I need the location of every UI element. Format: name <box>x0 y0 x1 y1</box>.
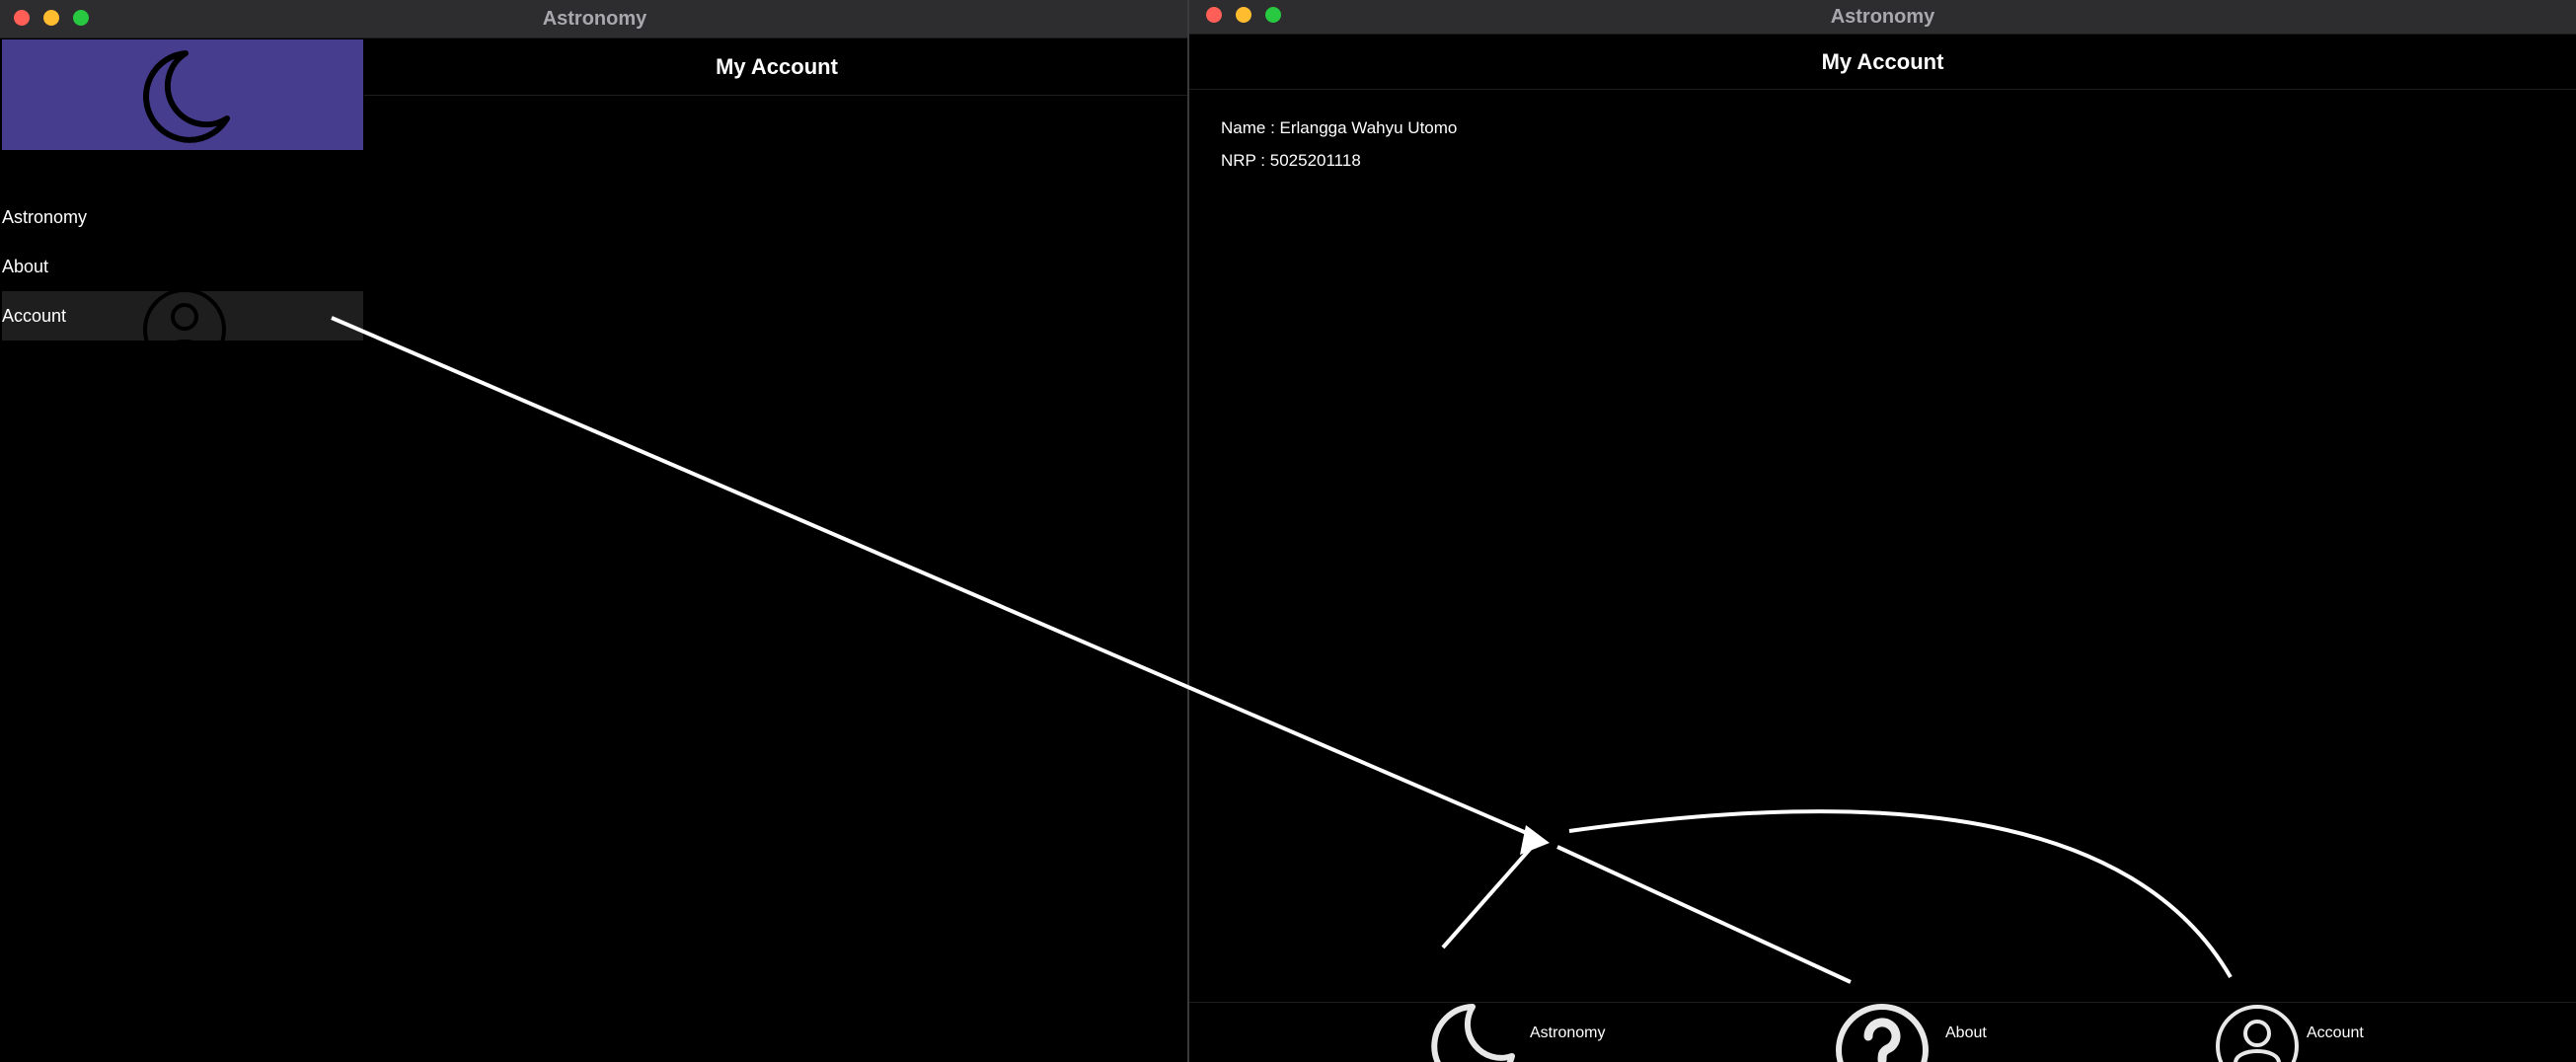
nav-label: Account <box>2307 1024 2364 1041</box>
account-nrp: NRP : 5025201118 <box>1221 151 1361 170</box>
nav-item-astronomy[interactable]: Astronomy <box>1421 1003 1619 1062</box>
nav-item-account[interactable]: Account <box>2214 1003 2391 1062</box>
window-title: Astronomy <box>1830 5 1935 28</box>
drawer-item-label: Account <box>2 305 67 326</box>
drawer-item-label: Astronomy <box>2 206 88 227</box>
bottom-navigation: Astronomy About Account <box>1189 1002 2576 1062</box>
right-window: Astronomy My Account Name : Erlangga Wah… <box>1187 0 2576 1062</box>
left-window: Astronomy Astronomy About Account My Acc… <box>0 0 1189 1062</box>
page-title: My Account <box>716 54 838 79</box>
nav-item-about[interactable]: About <box>1836 1003 2013 1062</box>
drawer-item-account[interactable]: Account <box>2 288 363 356</box>
question-icon <box>1836 1004 1929 1062</box>
moon-icon <box>143 50 230 143</box>
app-bar: My Account <box>1189 36 2576 90</box>
account-name: Name : Erlangga Wahyu Utomo <box>1221 118 1458 137</box>
drawer-header <box>2 39 363 150</box>
window-title: Astronomy <box>542 7 647 30</box>
app-bar: My Account <box>364 39 1189 96</box>
title-bar[interactable]: Astronomy <box>1189 0 2576 35</box>
nav-label: Astronomy <box>1530 1024 1606 1041</box>
title-bar[interactable]: Astronomy <box>0 0 1189 38</box>
drawer-item-astronomy[interactable]: Astronomy <box>2 192 363 242</box>
nav-label: About <box>1945 1024 1987 1041</box>
drawer-item-label: About <box>2 256 49 276</box>
person-icon <box>143 288 226 356</box>
drawer-item-about[interactable]: About <box>2 242 363 291</box>
moon-icon <box>1431 1004 1515 1062</box>
page-title: My Account <box>1821 49 1944 74</box>
person-icon <box>2216 1005 2299 1062</box>
